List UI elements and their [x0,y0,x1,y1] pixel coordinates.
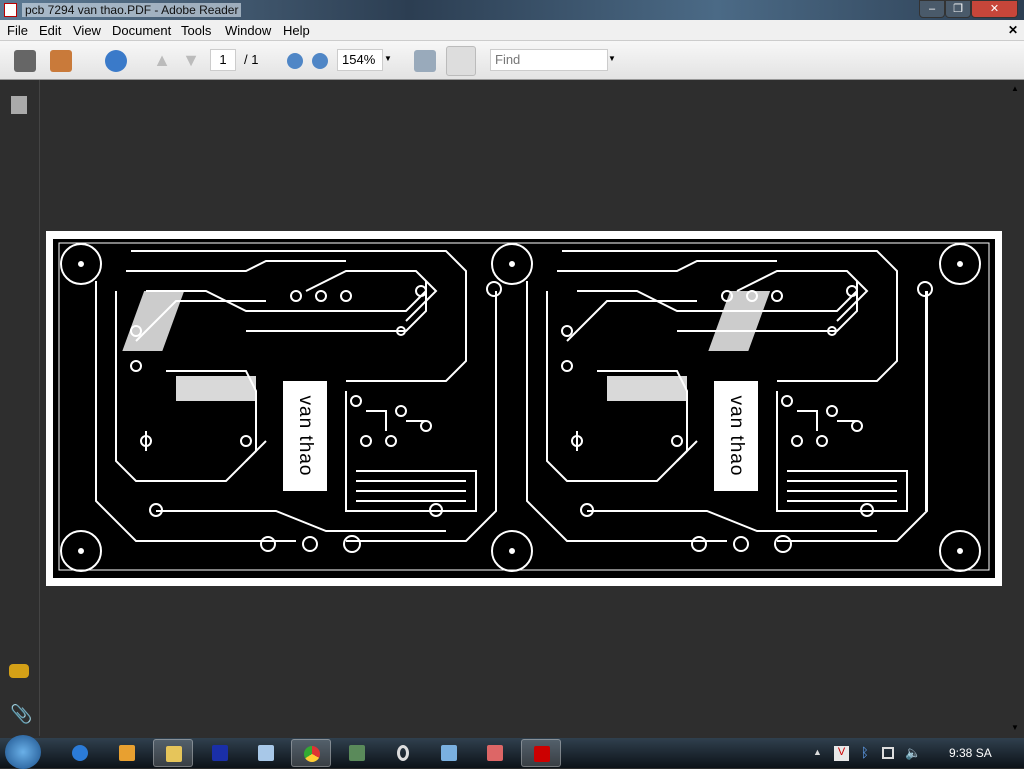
menu-window[interactable]: Window [225,23,271,38]
taskbar-chrome[interactable] [291,739,331,767]
title-bar: pcb 7294 van thao.PDF - Adobe Reader ‒ ❐… [0,0,1024,20]
find-input[interactable]: Find [490,49,608,71]
close-document-button[interactable]: ✕ [1008,23,1018,37]
navigation-pane: 📎 [0,80,40,736]
collaborate-icon[interactable] [50,50,72,72]
pages-icon[interactable] [11,96,27,114]
find-dropdown-icon[interactable]: ▼ [608,54,616,63]
menu-view[interactable]: View [73,23,101,38]
taskbar: ▲ V ᛒ 🔈 9:38 SA [0,735,1024,769]
close-button[interactable]: ✕ [971,0,1018,18]
pcb-label-right: van thao [726,395,747,477]
menu-document[interactable]: Document [112,23,171,38]
fit-page-icon[interactable] [446,46,476,76]
menu-bar: File Edit View Document Tools Window Hel… [0,20,1024,41]
taskbar-opera[interactable] [383,739,423,767]
pdf-page: van thao van thao [46,231,1002,586]
toolbar: ▲ ▼ 1 / 1 154% ▼ Find ▼ [0,41,1024,80]
previous-page-icon[interactable]: ▲ [151,50,173,72]
start-button[interactable] [5,735,41,769]
maximize-button[interactable]: ❐ [945,0,971,18]
pcb-layout [53,239,995,578]
pcb-label-left: van thao [295,395,316,477]
bluetooth-icon[interactable]: ᛒ [861,745,869,760]
page-number-input[interactable]: 1 [210,49,236,71]
tray-v-icon[interactable]: V [834,746,849,761]
taskbar-remote[interactable] [337,739,377,767]
vertical-scrollbar[interactable]: ▲ ▼ [1007,80,1024,736]
zoom-dropdown-icon[interactable]: ▼ [384,54,392,63]
fit-width-icon[interactable] [414,50,436,72]
taskbar-app[interactable] [475,739,515,767]
menu-help[interactable]: Help [283,23,310,38]
comments-icon[interactable] [9,664,29,678]
menu-edit[interactable]: Edit [39,23,61,38]
attachments-icon[interactable]: 📎 [10,704,32,725]
taskbar-explorer[interactable] [153,739,193,767]
network-icon[interactable] [882,747,894,759]
show-hidden-icons[interactable]: ▲ [813,747,822,757]
minimize-button[interactable]: ‒ [919,0,945,18]
taskbar-keyboard[interactable] [429,739,469,767]
web-capture-icon[interactable] [105,50,127,72]
taskbar-media-player[interactable] [107,739,147,767]
zoom-level-input[interactable]: 154% [337,49,383,71]
volume-icon[interactable]: 🔈 [905,745,921,761]
clock[interactable]: 9:38 SA [949,746,992,760]
taskbar-isis[interactable] [200,739,240,767]
taskbar-ie[interactable] [60,739,100,767]
zoom-out-icon[interactable] [287,53,303,69]
taskbar-notepad[interactable] [246,739,286,767]
menu-file[interactable]: File [7,23,28,38]
taskbar-adobe-reader[interactable] [521,739,561,767]
pdf-app-icon [4,3,17,17]
window-title: pcb 7294 van thao.PDF - Adobe Reader [22,3,242,17]
zoom-in-icon[interactable] [312,53,328,69]
print-icon[interactable] [14,50,36,72]
next-page-icon[interactable]: ▼ [180,50,202,72]
page-total: / 1 [244,52,259,67]
menu-tools[interactable]: Tools [181,23,211,38]
